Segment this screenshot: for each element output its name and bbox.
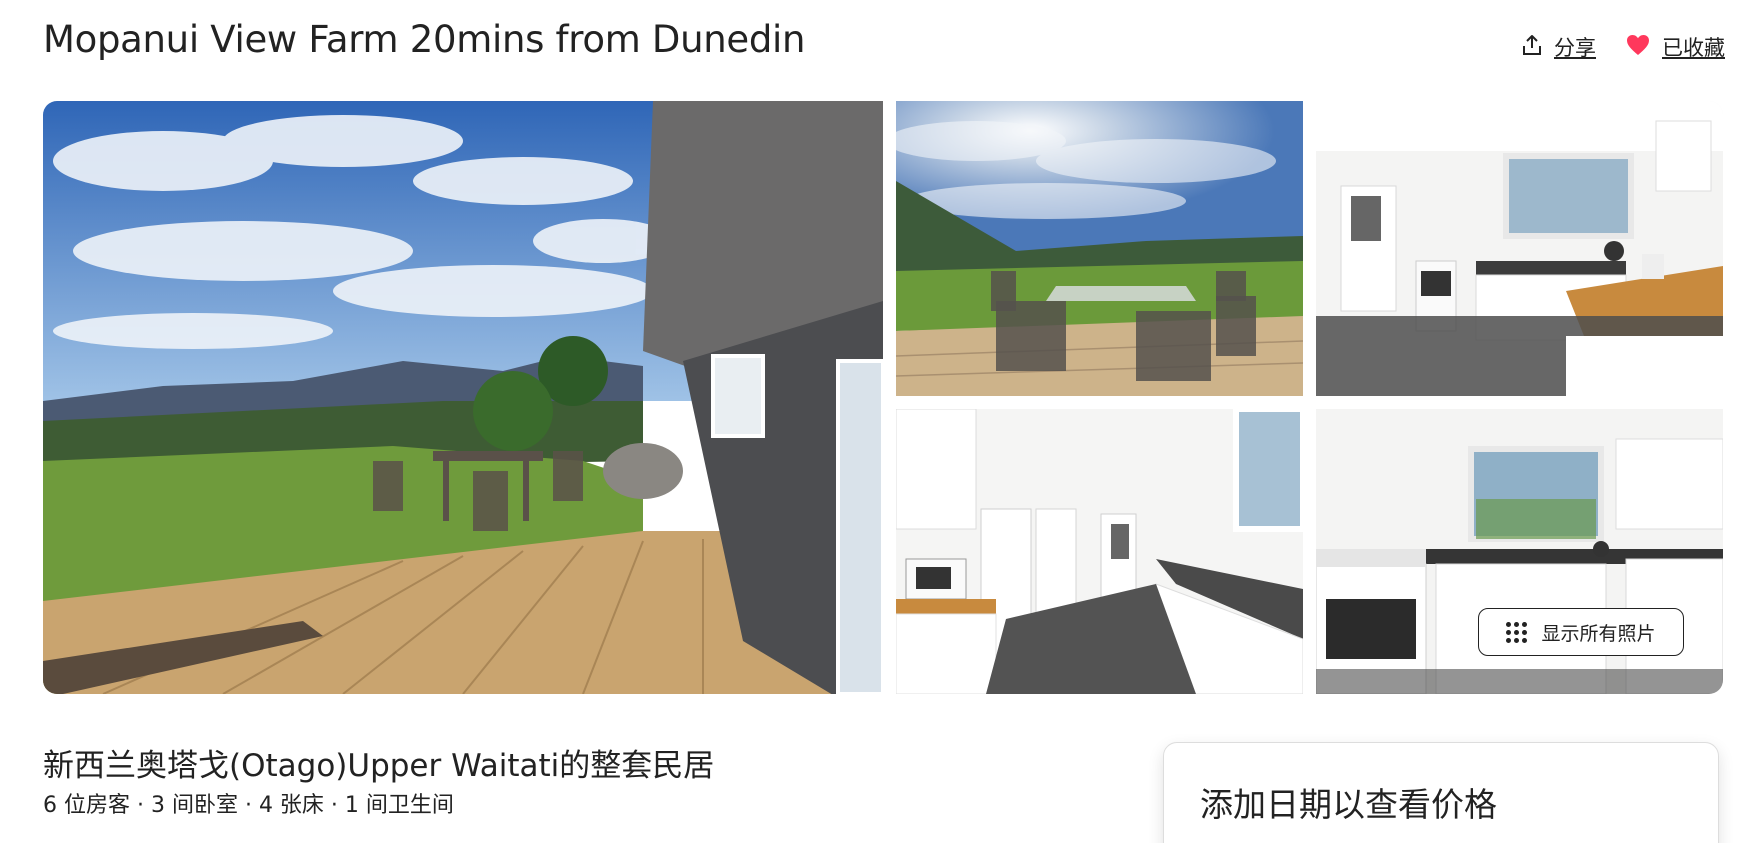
booking-prompt: 添加日期以查看价格: [1200, 785, 1497, 824]
heart-icon: [1626, 34, 1650, 60]
listing-details: 6 位房客 · 3 间卧室 · 4 张床 · 1 间卫生间: [43, 793, 454, 818]
share-label: 分享: [1554, 36, 1596, 60]
show-all-photos-button[interactable]: 显示所有照片: [1478, 608, 1684, 656]
photo-deck-valley[interactable]: [43, 101, 883, 694]
share-button[interactable]: 分享: [1522, 32, 1596, 62]
save-label: 已收藏: [1662, 36, 1725, 60]
photo-deck-table[interactable]: [896, 101, 1303, 396]
photo-kitchen-counter[interactable]: [1316, 101, 1723, 396]
grid-dots-icon: [1506, 621, 1528, 643]
header-actions: 分享 已收藏: [1522, 32, 1725, 62]
share-icon: [1522, 34, 1542, 60]
booking-card: 添加日期以查看价格: [1163, 742, 1719, 843]
photo-kitchen-hallway[interactable]: [896, 409, 1303, 694]
photo-gallery: [43, 101, 1723, 694]
listing-subtitle: 新西兰奥塔戈(Otago)Upper Waitati的整套民居: [43, 748, 715, 784]
listing-page: Mopanui View Farm 20mins from Dunedin 分享…: [0, 0, 1753, 843]
listing-title: Mopanui View Farm 20mins from Dunedin: [43, 18, 806, 61]
show-all-photos-label: 显示所有照片: [1541, 622, 1656, 645]
save-button[interactable]: 已收藏: [1626, 32, 1725, 62]
